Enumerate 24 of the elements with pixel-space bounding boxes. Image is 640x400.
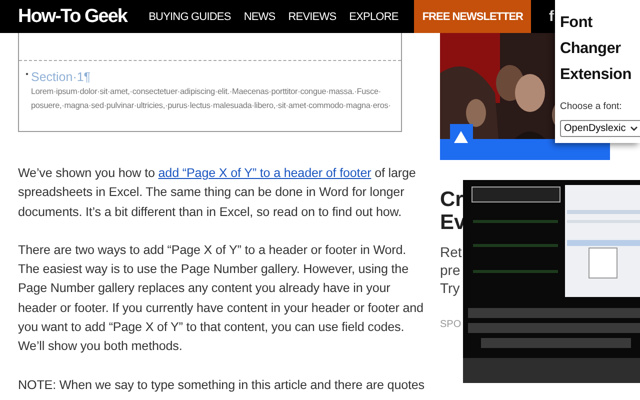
- article-paragraph: NOTE: When we say to type something in this article and there are quotes: [18, 376, 426, 394]
- bullet-mark: [26, 73, 28, 75]
- site-logo[interactable]: How-To Geek: [18, 6, 127, 28]
- article-link[interactable]: add “Page X of Y” to a header of footer: [158, 166, 372, 180]
- popup-title: Font Changer Extension: [560, 13, 632, 85]
- sponsored-label: SPO: [440, 319, 462, 330]
- newsletter-button[interactable]: FREE NEWSLETTER: [414, 0, 531, 33]
- article-paragraph: We’ve shown you how to add “Page X of Y” to a header of footer of large spreadsheets in Excel. The same thing can be done in Word for longer documents. It’s a bit different than in Excel, so read on to find out how.: [18, 165, 417, 221]
- font-label: Choose a font:: [560, 101, 623, 112]
- article-heading: Cr: [440, 188, 464, 211]
- nav-link[interactable]: NEWS: [244, 10, 276, 22]
- section-title: Section·1¶: [31, 69, 91, 85]
- chevron-down-icon: [630, 126, 638, 131]
- excerpt-text: Ret: [440, 243, 463, 261]
- nav-link[interactable]: EXPLORE: [349, 10, 398, 22]
- article-paragraph: There are two ways to add “Page X of Y” to a header or footer in Word. The easiest way is to use the Page Number gallery. However, using the Page Number gallery replaces any content you already have in your header or footer. If you currently have content in your header or footer and you want to add “Page X of Y” to that content, you can use field codes. We’ll show you both methods.: [18, 242, 424, 356]
- nav-link[interactable]: BUYING GUIDES: [148, 10, 231, 22]
- social-link[interactable]: f: [549, 8, 554, 25]
- document-text: posuere,·magna·sed·pulvinar·ultricies,·purus·lectus·malesuada·libero,·sit·amet·commodo·magna·eros·: [31, 100, 392, 112]
- font-select[interactable]: OpenDyslexic: [560, 120, 640, 137]
- excerpt-text: pre: [440, 261, 462, 279]
- document-text: Lorem·ipsum·dolor·sit·amet,·consectetuer·adipiscing·elit.·Maecenas·porttitor·congue·massa.·Fusce·: [31, 86, 382, 98]
- excerpt-text: Try: [440, 279, 461, 297]
- nav-link[interactable]: REVIEWS: [288, 10, 336, 22]
